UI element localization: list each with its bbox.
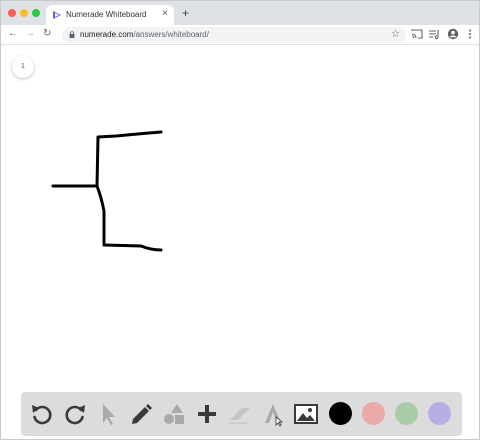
- bracket-drawing: [51, 130, 163, 252]
- cast-icon[interactable]: [411, 28, 423, 40]
- forward-button[interactable]: →: [25, 26, 35, 42]
- reload-button[interactable]: ↻: [43, 26, 51, 42]
- numerade-favicon-icon: [53, 11, 61, 19]
- address-bar[interactable]: numerade.com/answers/whiteboard/ ☆: [62, 27, 406, 43]
- pencil-icon[interactable]: [128, 401, 154, 427]
- lock-icon: [69, 31, 75, 38]
- undo-icon[interactable]: [29, 401, 55, 427]
- whiteboard-canvas[interactable]: 1: [1, 46, 479, 439]
- url-text: numerade.com/answers/whiteboard/: [80, 30, 209, 39]
- tab-title: Numerade Whiteboard: [66, 10, 147, 19]
- new-tab-button[interactable]: +: [182, 6, 189, 20]
- color-black-swatch[interactable]: [329, 402, 352, 425]
- color-red-swatch[interactable]: [362, 402, 385, 425]
- image-icon[interactable]: [293, 401, 319, 427]
- back-button[interactable]: ←: [8, 26, 18, 42]
- text-icon[interactable]: [260, 401, 286, 427]
- browser-window: Numerade Whiteboard × + ← → ↻ numerade.c…: [0, 0, 480, 440]
- close-window-button[interactable]: [8, 9, 16, 17]
- tab-close-icon[interactable]: ×: [162, 8, 168, 20]
- more-options-icon[interactable]: [464, 28, 476, 40]
- whiteboard-toolbar: [21, 392, 462, 436]
- shapes-icon[interactable]: [161, 401, 187, 427]
- eraser-icon[interactable]: [227, 401, 253, 427]
- tab-bar: Numerade Whiteboard × +: [1, 1, 479, 25]
- color-green-swatch[interactable]: [395, 402, 418, 425]
- browser-toolbar: ← → ↻ numerade.com/answers/whiteboard/ ☆: [1, 25, 479, 45]
- maximize-window-button[interactable]: [32, 9, 40, 17]
- reading-list-icon[interactable]: [428, 28, 440, 40]
- url-domain: numerade.com: [80, 30, 134, 39]
- profile-avatar-icon[interactable]: [447, 28, 459, 40]
- color-purple-swatch[interactable]: [428, 402, 451, 425]
- minimize-window-button[interactable]: [20, 9, 28, 17]
- browser-tab[interactable]: Numerade Whiteboard ×: [46, 5, 174, 25]
- bookmark-star-icon[interactable]: ☆: [391, 28, 400, 42]
- redo-icon[interactable]: [62, 401, 88, 427]
- url-path: /answers/whiteboard/: [133, 30, 209, 39]
- pointer-icon[interactable]: [95, 401, 121, 427]
- add-icon[interactable]: [194, 401, 220, 427]
